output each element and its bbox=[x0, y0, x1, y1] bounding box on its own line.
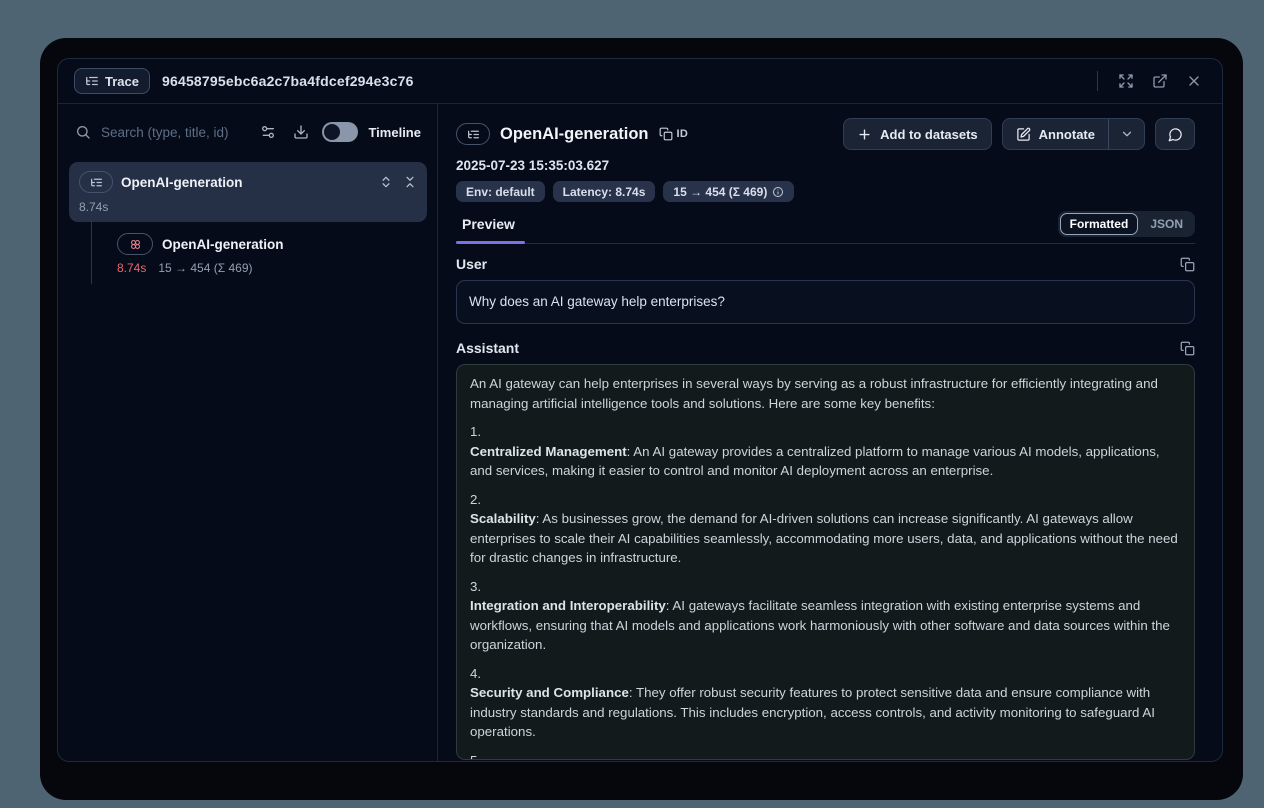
tab-preview-label: Preview bbox=[462, 216, 515, 232]
timeline-toggle-label: Timeline bbox=[368, 125, 421, 140]
observation-tree: OpenAI-generation 8.74s OpenAI-gen bbox=[69, 162, 427, 275]
add-to-datasets-label: Add to datasets bbox=[880, 127, 978, 142]
comments-button[interactable] bbox=[1155, 118, 1195, 150]
format-toggle: Formatted JSON bbox=[1058, 211, 1195, 237]
view-settings-button[interactable] bbox=[257, 120, 280, 144]
tab-preview[interactable]: Preview bbox=[456, 212, 521, 243]
trace-id: 96458795ebc6a2c7ba4fdcef294e3c76 bbox=[162, 73, 414, 89]
tree-root-label: OpenAI-generation bbox=[121, 175, 243, 190]
download-icon bbox=[293, 124, 309, 140]
message-bubble-icon bbox=[1168, 127, 1183, 142]
active-tab-indicator bbox=[456, 241, 525, 245]
annotate-label: Annotate bbox=[1039, 127, 1095, 142]
tree-child-duration: 8.74s bbox=[117, 261, 146, 275]
open-external-button[interactable] bbox=[1146, 67, 1174, 95]
external-link-icon bbox=[1152, 73, 1168, 89]
trace-type-icon-badge bbox=[456, 123, 490, 145]
annotate-dropdown-button[interactable] bbox=[1108, 119, 1144, 149]
list-tree-icon bbox=[85, 74, 99, 88]
user-section-label: User bbox=[456, 256, 487, 272]
tree-child-label: OpenAI-generation bbox=[162, 237, 284, 252]
format-toggle-json[interactable]: JSON bbox=[1140, 213, 1193, 235]
trace-detail-panel: Trace 96458795ebc6a2c7ba4fdcef294e3c76 bbox=[57, 58, 1223, 762]
user-message-box: Why does an AI gateway help enterprises? bbox=[456, 280, 1195, 324]
copy-assistant-button[interactable] bbox=[1180, 341, 1195, 356]
trace-type-badge: Trace bbox=[74, 68, 150, 94]
sidebar-search-row: Timeline bbox=[69, 116, 427, 148]
copy-id-button[interactable]: ID bbox=[659, 127, 689, 141]
tree-item-trace-root[interactable]: OpenAI-generation 8.74s bbox=[69, 162, 427, 222]
assistant-paragraph: 4.Security and Compliance: They offer ro… bbox=[470, 664, 1181, 742]
env-badge: Env: default bbox=[456, 181, 545, 202]
timeline-toggle[interactable] bbox=[322, 122, 358, 142]
tree-root-duration: 8.74s bbox=[79, 200, 417, 214]
assistant-paragraph: An AI gateway can help enterprises in se… bbox=[470, 374, 1181, 413]
search-icon bbox=[75, 124, 91, 140]
expand-fullscreen-button[interactable] bbox=[1112, 67, 1140, 95]
assistant-paragraph: 1.Centralized Management: An AI gateway … bbox=[470, 422, 1181, 481]
generation-type-icon-badge bbox=[117, 233, 153, 255]
annotate-button[interactable]: Annotate bbox=[1003, 119, 1108, 149]
sliders-icon bbox=[260, 124, 276, 140]
assistant-message-box: An AI gateway can help enterprises in se… bbox=[456, 364, 1195, 760]
trace-type-icon-badge bbox=[79, 171, 113, 193]
topbar-divider bbox=[1097, 71, 1098, 91]
collapse-all-icon[interactable] bbox=[403, 175, 417, 189]
copy-icon bbox=[659, 127, 673, 141]
chevron-down-icon bbox=[1120, 127, 1134, 141]
add-to-datasets-button[interactable]: Add to datasets bbox=[843, 118, 992, 150]
expand-icon bbox=[1118, 73, 1134, 89]
metadata-badges: Env: default Latency: 8.74s 15 → 454 (Σ … bbox=[456, 181, 1195, 202]
close-button[interactable] bbox=[1180, 67, 1208, 95]
list-tree-icon bbox=[467, 128, 480, 141]
trace-topbar: Trace 96458795ebc6a2c7ba4fdcef294e3c76 bbox=[58, 59, 1222, 104]
square-pen-icon bbox=[1016, 127, 1031, 142]
tree-item-generation[interactable]: OpenAI-generation 8.74s 15 → 454 (Σ 469) bbox=[117, 233, 427, 275]
close-icon bbox=[1186, 73, 1202, 89]
latency-badge: Latency: 8.74s bbox=[553, 181, 656, 202]
observation-detail: OpenAI-generation ID Add to datasets bbox=[438, 104, 1222, 762]
assistant-section-label: Assistant bbox=[456, 340, 519, 356]
user-section-header: User bbox=[456, 256, 1195, 272]
format-toggle-formatted[interactable]: Formatted bbox=[1060, 213, 1139, 235]
token-usage-text: 15 → 454 (Σ 469) bbox=[673, 185, 767, 199]
annotate-split-button: Annotate bbox=[1002, 118, 1145, 150]
clover-icon bbox=[129, 238, 142, 251]
assistant-paragraph: 5. bbox=[470, 751, 1181, 761]
download-button[interactable] bbox=[290, 120, 313, 144]
list-tree-icon bbox=[90, 176, 103, 189]
expand-all-icon[interactable] bbox=[379, 175, 393, 189]
copy-user-button[interactable] bbox=[1180, 257, 1195, 272]
observation-header: OpenAI-generation ID Add to datasets bbox=[456, 118, 1195, 150]
tree-branch-line bbox=[91, 220, 92, 284]
assistant-section-header: Assistant bbox=[456, 340, 1195, 356]
info-icon bbox=[772, 186, 784, 198]
window-frame: Trace 96458795ebc6a2c7ba4fdcef294e3c76 bbox=[40, 38, 1243, 800]
timestamp: 2025-07-23 15:35:03.627 bbox=[456, 158, 1195, 173]
assistant-paragraph: 3.Integration and Interoperability: AI g… bbox=[470, 577, 1181, 655]
search-input[interactable] bbox=[101, 125, 247, 140]
assistant-paragraph: 2.Scalability: As businesses grow, the d… bbox=[470, 490, 1181, 568]
tree-child-tokens: 15 → 454 (Σ 469) bbox=[158, 261, 252, 275]
trace-badge-label: Trace bbox=[105, 74, 139, 89]
id-label: ID bbox=[677, 128, 689, 140]
plus-icon bbox=[857, 127, 872, 142]
copy-icon bbox=[1180, 257, 1195, 272]
page-title: OpenAI-generation bbox=[500, 125, 649, 144]
token-usage-badge[interactable]: 15 → 454 (Σ 469) bbox=[663, 181, 794, 202]
trace-tree-sidebar: Timeline OpenAI-generation 8.74s bbox=[58, 104, 438, 762]
tabs-bar: Preview Formatted JSON bbox=[456, 211, 1195, 244]
copy-icon bbox=[1180, 341, 1195, 356]
